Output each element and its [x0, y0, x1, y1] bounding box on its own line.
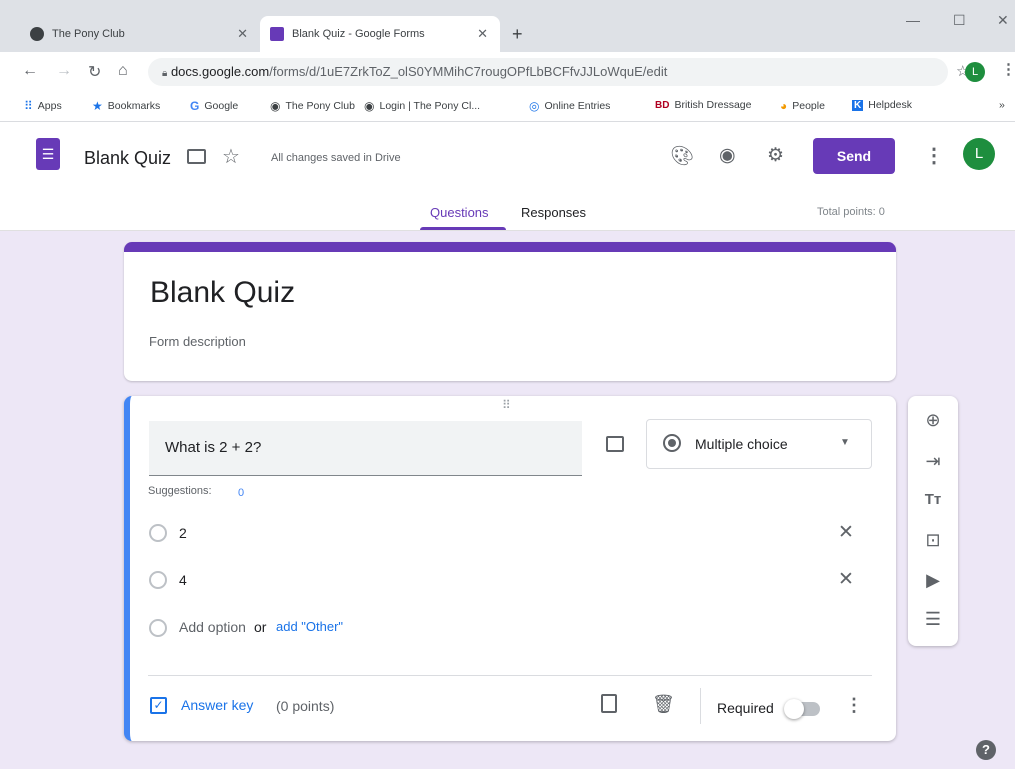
bookmarks-overflow[interactable]: »: [999, 99, 1005, 111]
send-button[interactable]: Send: [813, 138, 895, 174]
answer-key-button[interactable]: Answer key: [181, 697, 253, 713]
tab-pony-club[interactable]: The Pony Club ✕: [20, 16, 260, 52]
add-title-icon[interactable]: Tт: [921, 491, 945, 508]
remove-option-icon[interactable]: ✕: [838, 521, 854, 544]
tab-title: Blank Quiz - Google Forms: [292, 28, 425, 40]
google-forms-icon[interactable]: ☰: [36, 138, 60, 170]
bookmark-pony-club[interactable]: ◉ The Pony Club: [270, 99, 355, 113]
home-icon[interactable]: ⌂: [118, 62, 128, 80]
helpdesk-icon: K: [852, 99, 864, 111]
bookmark-helpdesk[interactable]: K Helpdesk: [852, 99, 912, 111]
required-toggle[interactable]: [784, 699, 820, 719]
question-type-label: Multiple choice: [695, 436, 788, 452]
bookmark-online-entries[interactable]: ◎ Online Entries: [529, 99, 610, 113]
close-icon[interactable]: ✕: [477, 26, 488, 42]
google-forms-favicon: [270, 27, 284, 41]
radio-button-icon: [663, 434, 681, 452]
active-tab-indicator: [420, 227, 506, 230]
drag-handle-icon[interactable]: ⠿: [502, 398, 512, 412]
trash-icon[interactable]: 🗑︎: [652, 694, 675, 715]
add-question-icon[interactable]: ⊕: [921, 410, 945, 431]
add-other-link[interactable]: add "Other": [276, 619, 343, 634]
bookmark-login-pony-club[interactable]: ◉ Login | The Pony Cl...: [364, 99, 480, 113]
option-radio: [149, 571, 167, 589]
answer-key-icon[interactable]: ✓: [150, 697, 167, 714]
palette-icon[interactable]: 🎨︎: [670, 144, 694, 168]
globe-icon: ◎: [529, 99, 540, 113]
bookmark-british-dressage[interactable]: BD British Dressage: [655, 99, 751, 111]
pony-club-icon: ◉: [364, 99, 375, 113]
add-image-icon[interactable]: ⊡: [921, 530, 945, 551]
quiz-title[interactable]: Blank Quiz: [150, 276, 295, 310]
option-label[interactable]: 2: [179, 525, 187, 541]
apps-grid-icon: ⠿: [24, 99, 33, 113]
add-image-icon[interactable]: [606, 436, 624, 452]
bookmark-apps[interactable]: ⠿ Apps: [24, 99, 62, 113]
close-window-button[interactable]: ✕: [997, 12, 1009, 29]
option-label[interactable]: 4: [179, 572, 187, 588]
maximize-button[interactable]: ☐: [953, 12, 966, 29]
people-icon: ◕: [780, 99, 788, 113]
preview-eye-icon[interactable]: ◉: [719, 144, 736, 167]
browser-menu-icon[interactable]: ⋮: [1001, 60, 1015, 78]
pony-club-favicon: [30, 27, 44, 41]
import-questions-icon[interactable]: ⇥: [921, 451, 945, 472]
footer-divider: [148, 675, 872, 676]
star-icon[interactable]: ☆: [222, 144, 240, 169]
help-icon[interactable]: ?: [976, 740, 996, 760]
add-option-input[interactable]: Add option: [179, 619, 246, 635]
save-status: All changes saved in Drive: [271, 152, 401, 164]
new-tab-button[interactable]: +: [512, 24, 523, 45]
total-points: Total points: 0: [817, 206, 885, 218]
more-options-icon[interactable]: ⋮: [924, 143, 944, 168]
url-text[interactable]: 🔒︎ docs.google.com/forms/d/1uE7ZrkToZ_ol…: [162, 64, 667, 79]
avatar[interactable]: L: [963, 138, 995, 170]
add-video-icon[interactable]: ▶: [921, 570, 945, 591]
add-option-radio: [149, 619, 167, 637]
form-description[interactable]: Form description: [149, 334, 246, 349]
star-icon: ★: [92, 99, 103, 113]
bookmark-bookmarks[interactable]: ★ Bookmarks: [92, 99, 160, 113]
tab-questions[interactable]: Questions: [430, 205, 489, 220]
suggestions-label: Suggestions:: [148, 485, 212, 497]
back-arrow-icon[interactable]: ←: [22, 62, 38, 80]
lock-icon: 🔒︎: [162, 68, 168, 79]
bookmark-people[interactable]: ◕ People: [780, 99, 825, 113]
close-icon[interactable]: ✕: [237, 26, 248, 42]
question-more-icon[interactable]: ⋮: [845, 695, 863, 716]
reload-icon[interactable]: ↻: [88, 62, 101, 82]
google-g-icon: G: [190, 99, 200, 113]
option-radio: [149, 524, 167, 542]
settings-gear-icon[interactable]: ⚙: [767, 144, 784, 167]
forward-arrow-icon[interactable]: →: [56, 62, 72, 80]
minimize-button[interactable]: —: [906, 12, 920, 28]
suggestions-count[interactable]: 0: [238, 487, 244, 499]
form-title[interactable]: Blank Quiz: [84, 148, 171, 169]
bookmark-google[interactable]: G Google: [190, 99, 238, 113]
remove-option-icon[interactable]: ✕: [838, 568, 854, 591]
footer-vertical-divider: [700, 688, 701, 724]
profile-avatar[interactable]: L: [965, 62, 985, 82]
tab-responses[interactable]: Responses: [521, 205, 586, 220]
title-card[interactable]: [124, 242, 896, 381]
pony-club-icon: ◉: [270, 99, 281, 113]
or-label: or: [254, 619, 267, 635]
chevron-down-icon: ▼: [840, 437, 850, 448]
tab-google-forms[interactable]: Blank Quiz - Google Forms ✕: [260, 16, 500, 52]
british-dressage-icon: BD: [655, 99, 670, 111]
add-section-icon[interactable]: ☰: [921, 609, 945, 630]
required-label: Required: [717, 700, 774, 716]
tab-title: The Pony Club: [52, 28, 125, 40]
question-text[interactable]: What is 2 + 2?: [165, 439, 261, 456]
duplicate-icon[interactable]: [601, 694, 617, 713]
points-value: (0 points): [276, 698, 335, 714]
folder-icon[interactable]: [187, 149, 206, 164]
